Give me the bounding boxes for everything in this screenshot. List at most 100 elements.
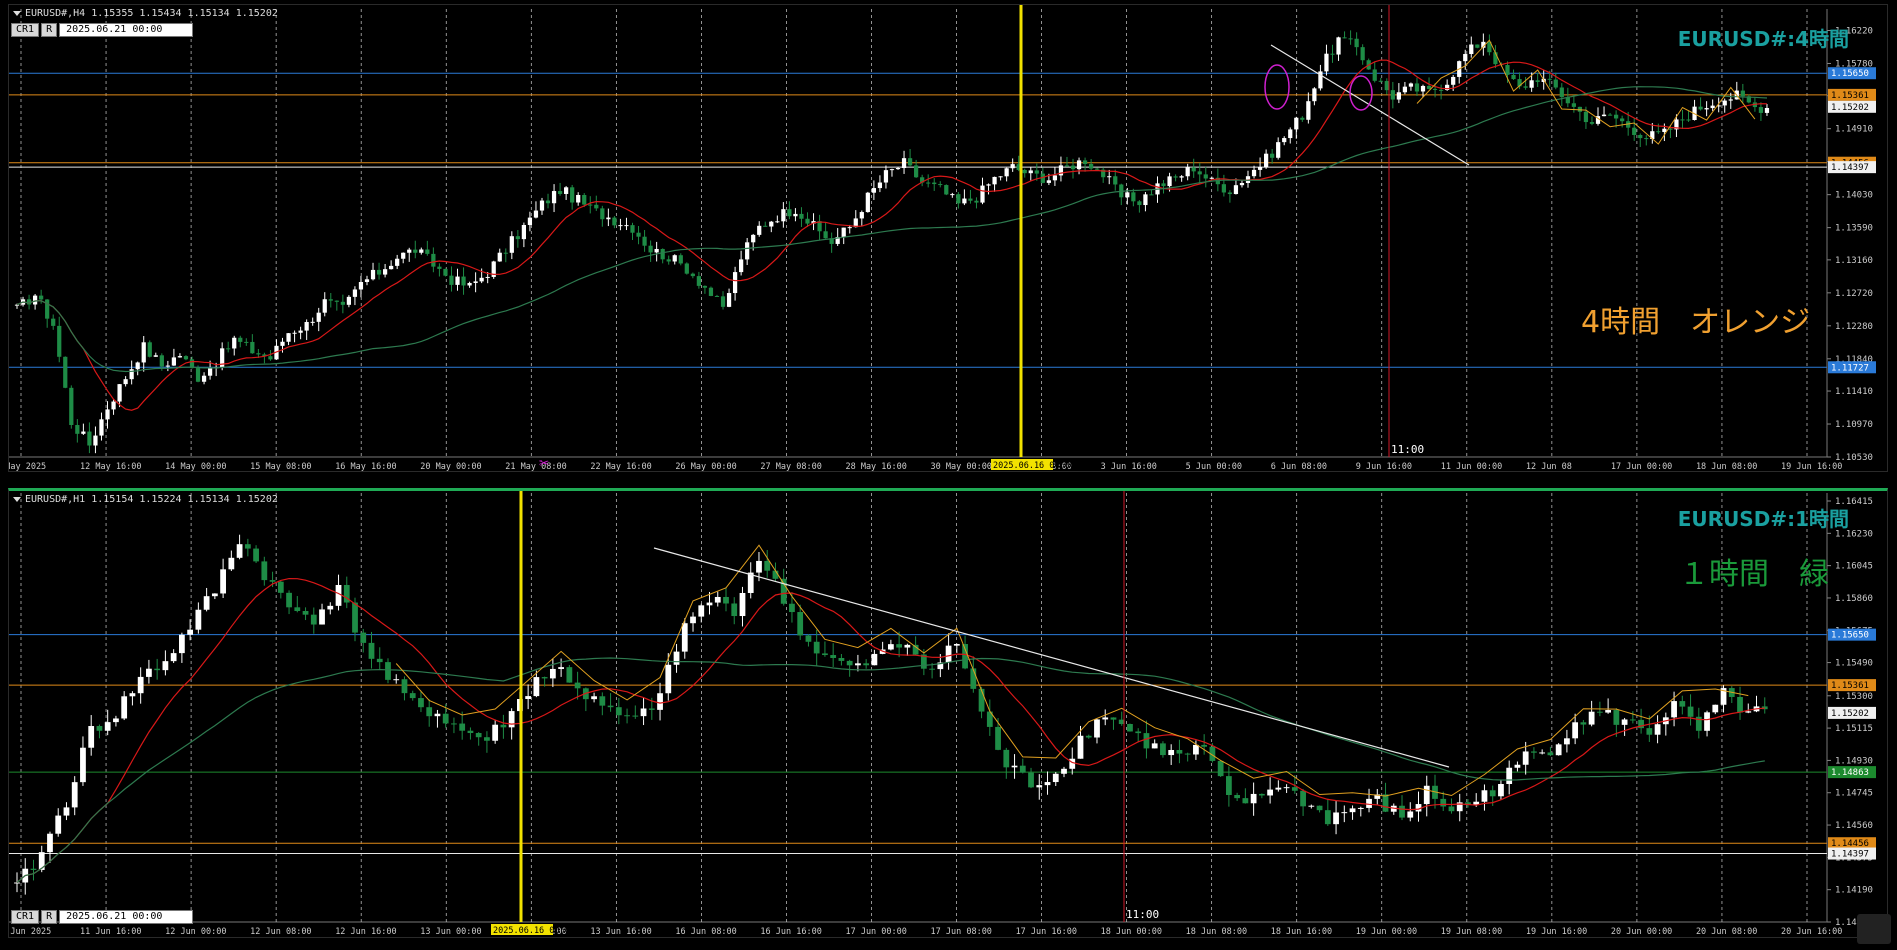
- time-axis-label: 12 May 16:00: [80, 462, 141, 472]
- time-axis-label: 3 Jun 16:00: [1101, 462, 1157, 472]
- candle-body: [1399, 805, 1405, 818]
- candle-body: [1257, 167, 1263, 170]
- candle-body: [889, 169, 895, 171]
- candle-body: [1113, 176, 1118, 185]
- candle-body: [1728, 99, 1733, 101]
- candle-body: [787, 209, 792, 217]
- candle-body: [846, 660, 853, 666]
- candle-body: [723, 596, 729, 604]
- candle-body: [970, 668, 977, 689]
- time-axis-label: 12 Jun 00:00: [165, 927, 226, 937]
- candle-body: [1740, 90, 1745, 97]
- r-button[interactable]: R: [41, 23, 58, 37]
- candle-body: [696, 276, 701, 286]
- candle-body: [1308, 805, 1315, 807]
- candle-body: [1044, 782, 1051, 786]
- candle-body: [871, 653, 878, 666]
- candle-body: [1137, 201, 1142, 206]
- candle-body: [1613, 710, 1620, 725]
- candle-body: [883, 170, 889, 183]
- h4-datetime-field[interactable]: 2025.06.21 00:00: [59, 23, 194, 37]
- candle-body: [1621, 719, 1628, 725]
- time-axis-label: 19 Jun 08:00: [1441, 927, 1502, 937]
- h1-datetime-field[interactable]: 2025.06.21 00:00: [59, 910, 194, 924]
- collapse-triangle-icon[interactable]: [13, 10, 21, 16]
- candle-body: [1698, 106, 1703, 110]
- candle-body: [1366, 798, 1372, 808]
- candle-body: [745, 242, 750, 260]
- candle-body: [525, 696, 532, 699]
- candle-body: [153, 355, 158, 357]
- candle-body: [121, 696, 128, 719]
- candle-body: [1089, 163, 1094, 169]
- candle-body: [1251, 169, 1257, 177]
- candle-body: [280, 341, 285, 346]
- candle-body: [1654, 724, 1661, 735]
- candle-body: [75, 424, 80, 434]
- candle-body: [310, 614, 317, 625]
- candle-body: [588, 204, 593, 206]
- h4-chart-canvas[interactable]: 1.162201.157801.153501.149101.144701.140…: [9, 5, 1889, 473]
- candle-body: [277, 581, 284, 593]
- candle-body: [599, 696, 606, 706]
- candle-body: [1324, 810, 1331, 825]
- cr1-button[interactable]: CR1: [11, 910, 40, 924]
- candle-body: [1203, 174, 1208, 179]
- price-axis-label: 1.13590: [1835, 224, 1873, 234]
- candle-body: [55, 815, 62, 834]
- candle-body: [1613, 114, 1619, 119]
- time-axis-label: 17 Jun 16:00: [1016, 927, 1077, 937]
- candle-body: [830, 655, 837, 658]
- candle-body: [1267, 789, 1273, 796]
- candle-body: [1737, 696, 1743, 713]
- candle-body: [226, 348, 231, 350]
- candle-body: [591, 696, 597, 700]
- price-axis-label: 1.11410: [1835, 387, 1873, 397]
- candle-body: [1270, 153, 1275, 158]
- h4-chart-pane[interactable]: 1.162201.157801.153501.149101.144701.140…: [8, 4, 1888, 472]
- candle-body: [484, 737, 490, 741]
- candle-body: [582, 194, 587, 205]
- candle-body: [731, 603, 738, 617]
- candle-body: [1539, 752, 1546, 754]
- price-axis-label: 1.14560: [1835, 821, 1873, 831]
- candle-body: [497, 252, 502, 262]
- candle-body: [30, 868, 37, 870]
- candle-body: [838, 657, 845, 661]
- candle-body: [1679, 701, 1686, 707]
- price-level-tag-text: 1.14863: [1831, 768, 1869, 778]
- candle-body: [1680, 119, 1685, 121]
- candle-body: [376, 269, 382, 275]
- candle-body: [1396, 92, 1401, 100]
- r-button[interactable]: R: [41, 910, 58, 924]
- candle-body: [1348, 38, 1353, 40]
- time-axis-label: 9 May 2025: [9, 462, 46, 472]
- candle-body: [162, 661, 169, 671]
- price-axis-label: 1.14745: [1835, 789, 1873, 799]
- candle-body: [376, 658, 383, 663]
- candle-body: [503, 252, 508, 254]
- candle-body: [1671, 701, 1677, 718]
- h1-chart-canvas[interactable]: 1.164151.162301.160451.158601.156751.154…: [9, 491, 1889, 938]
- price-level-tag-text: 1.14397: [1831, 850, 1869, 860]
- candle-body: [841, 227, 846, 237]
- candle-body: [71, 782, 78, 808]
- candle-body: [1095, 168, 1100, 170]
- collapse-triangle-icon[interactable]: [13, 496, 21, 502]
- candle-body: [992, 176, 997, 185]
- candle-body: [113, 718, 119, 723]
- candle-body: [319, 609, 325, 625]
- fast-moving-average-line: [16, 59, 1768, 411]
- time-axis-label: 11 Jun 00:00: [1441, 462, 1502, 472]
- time-axis-label: 20 Jun 16:00: [1781, 927, 1842, 937]
- h1-chart-pane[interactable]: 1.164151.162301.160451.158601.156751.154…: [8, 488, 1888, 938]
- candle-body: [1687, 706, 1694, 717]
- candle-body: [316, 312, 321, 322]
- time-axis-label: 11 Jun 2025: [9, 927, 51, 937]
- candle-body: [1349, 808, 1356, 813]
- cr1-button[interactable]: CR1: [11, 23, 40, 37]
- candle-body: [681, 623, 688, 652]
- price-axis-label: 1.12280: [1835, 322, 1873, 332]
- candle-body: [1082, 160, 1088, 164]
- candle-body: [1423, 785, 1430, 805]
